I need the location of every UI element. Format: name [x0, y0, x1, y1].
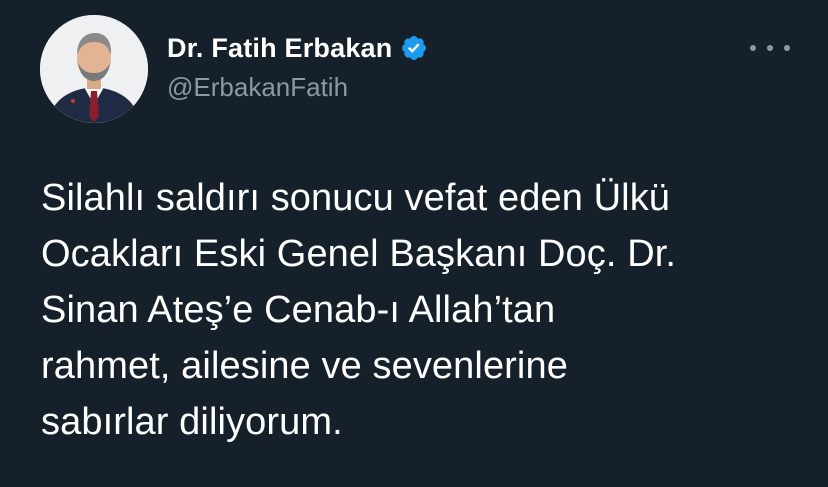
- more-horizontal-icon: [750, 45, 756, 51]
- tweet-text: Silahlı saldırı sonucu vefat eden Ülkü O…: [41, 170, 801, 450]
- author-avatar[interactable]: [40, 15, 148, 123]
- tweet-text-line: Silahlı saldırı sonucu vefat eden Ülkü: [41, 177, 671, 219]
- name-row: Dr. Fatih Erbakan: [167, 30, 428, 66]
- more-options-button[interactable]: [750, 36, 790, 60]
- tweet-text-line: sabırlar diliyorum.: [41, 401, 343, 443]
- avatar-photo-icon: [40, 15, 148, 123]
- author-display-name[interactable]: Dr. Fatih Erbakan: [167, 33, 392, 64]
- tweet-text-line: Sinan Ateş’e Cenab-ı Allah’tan: [41, 289, 556, 331]
- author-handle[interactable]: @ErbakanFatih: [167, 72, 428, 103]
- verified-badge-icon: [400, 34, 428, 62]
- more-horizontal-icon: [784, 45, 790, 51]
- tweet-text-line: rahmet, ailesine ve sevenlerine: [41, 345, 568, 387]
- more-horizontal-icon: [767, 45, 773, 51]
- author-header: Dr. Fatih Erbakan @ErbakanFatih: [167, 30, 428, 103]
- tweet-text-line: Ocakları Eski Genel Başkanı Doç. Dr.: [41, 233, 677, 275]
- tweet-card: Dr. Fatih Erbakan @ErbakanFatih Silahlı …: [0, 0, 828, 487]
